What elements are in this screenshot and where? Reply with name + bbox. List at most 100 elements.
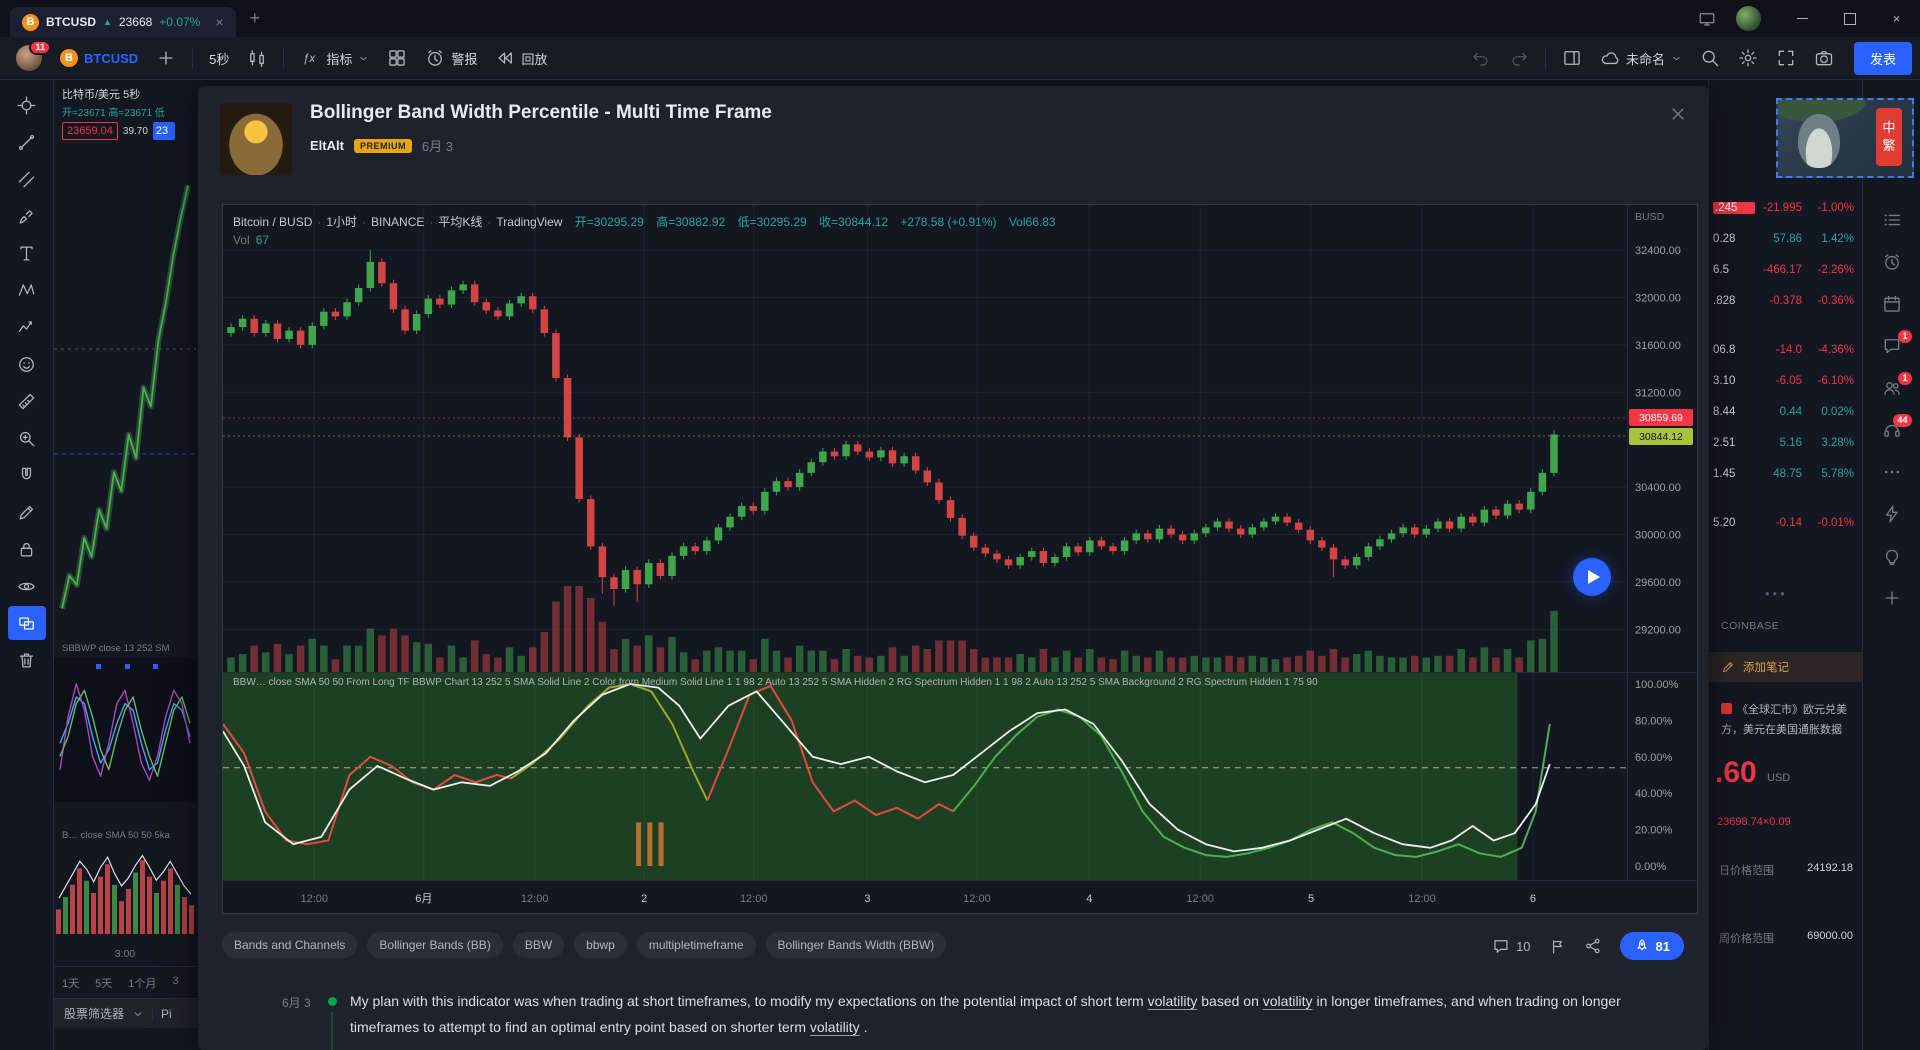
news-item[interactable]: 《全球汇市》欧元兑美 方，美元在美国通胀数据 (1721, 700, 1847, 740)
flag-icon[interactable] (1549, 938, 1566, 955)
maximize-button[interactable] (1826, 0, 1873, 37)
close-icon[interactable] (1668, 104, 1688, 124)
plus-icon[interactable] (1882, 588, 1902, 608)
tool-parallel-channel[interactable] (8, 162, 46, 196)
screen-share-icon[interactable] (1698, 10, 1716, 28)
dots-icon[interactable] (1882, 462, 1902, 482)
tag-link[interactable]: volatility (1148, 993, 1198, 1009)
pip-video-overlay[interactable]: 中繁 (1776, 98, 1914, 178)
chevron-down-icon[interactable] (132, 1008, 144, 1020)
range-button[interactable]: 1天 (62, 975, 79, 991)
tool-sync[interactable] (7, 606, 46, 640)
headset-icon[interactable]: 44 (1882, 414, 1912, 440)
redo-icon[interactable] (1501, 42, 1537, 74)
watchlist-row[interactable]: 2.51 5.16 3.28% (1709, 427, 1862, 458)
bulb-icon[interactable] (1882, 546, 1902, 566)
share-icon[interactable] (1584, 937, 1602, 955)
candles-icon[interactable] (239, 42, 275, 74)
tool-magnet[interactable] (8, 458, 46, 492)
screener-label[interactable]: 股票筛选器 (64, 1005, 124, 1022)
tool-xabcd-pattern[interactable] (8, 273, 46, 307)
watchlist-row[interactable]: 0.28 57.86 1.42% (1709, 223, 1862, 254)
add-note-button[interactable]: 添加笔记 (1709, 652, 1863, 682)
tag-pill[interactable]: bbwp (574, 932, 627, 958)
more-dots[interactable]: ••• (1765, 586, 1788, 601)
watchlist-row[interactable]: 3.10 -6.05 -6.10% (1709, 365, 1862, 396)
watchlist-row[interactable]: 8.44 0.44 0.02% (1709, 396, 1862, 427)
panel-right-icon[interactable] (1554, 42, 1590, 74)
tag-pill[interactable]: Bands and Channels (222, 932, 358, 958)
day-range-value: 24192.18 (1807, 862, 1853, 874)
tool-forecast[interactable] (8, 310, 46, 344)
minimize-button[interactable] (1779, 0, 1826, 37)
watchlist-row[interactable]: .828 -0.378 -0.36% (1709, 285, 1862, 316)
app-tab[interactable]: B BTCUSD ▲ 23668 +0.07% × (10, 7, 236, 37)
range-button[interactable]: 3 (172, 975, 178, 991)
tool-text[interactable] (8, 236, 46, 270)
left-symbol-title: 比特币/美元 5秒 (62, 89, 141, 101)
new-tab-button[interactable]: + (250, 8, 261, 29)
tag-pill[interactable]: Bollinger Bands Width (BBW) (765, 932, 947, 958)
grid-layout-icon[interactable] (379, 42, 415, 74)
plus-icon[interactable] (148, 42, 184, 74)
user-avatar[interactable]: 11 (8, 40, 51, 74)
indicators-button[interactable]: ƒx 指标 (292, 42, 377, 74)
close-window-button[interactable]: × (1873, 0, 1920, 37)
tool-emoji[interactable] (8, 347, 46, 381)
lightning-icon[interactable] (1882, 504, 1902, 524)
tool-trend-line[interactable] (8, 125, 46, 159)
replay-button[interactable]: 回放 (487, 42, 555, 74)
list-icon[interactable] (1882, 210, 1902, 230)
tag-link[interactable]: volatility (810, 1019, 860, 1035)
watchlist-row[interactable]: 06.8 -14.0 -4.36% (1709, 334, 1862, 365)
watchlist-row[interactable]: 5.20 -0.14 -0.01% (1709, 507, 1862, 538)
calendar-icon[interactable] (1882, 294, 1902, 314)
ask-price[interactable]: 23 (152, 122, 175, 140)
symbol-button[interactable]: B BTCUSD (52, 42, 146, 74)
cloud-button[interactable]: 未命名 (1592, 42, 1690, 74)
svg-text:32400.00: 32400.00 (1635, 245, 1681, 257)
alarm-clock-button[interactable]: 警报 (417, 42, 485, 74)
tool-pencil[interactable] (8, 495, 46, 529)
watchlist-row[interactable]: 6.5 -466.17 -2.26% (1709, 254, 1862, 285)
comment-icon[interactable] (1492, 937, 1510, 955)
watchlist-row[interactable]: 1.45 48.75 5.78% (1709, 458, 1862, 489)
tag-pill[interactable]: BBW (512, 932, 565, 958)
tab-price: 23668 (118, 15, 153, 29)
boost-button[interactable]: 81 (1619, 932, 1684, 960)
author-name[interactable]: EltAlt (310, 138, 344, 153)
users-icon[interactable]: 1 (1882, 372, 1912, 398)
tag-link[interactable]: volatility (1263, 993, 1313, 1009)
gear-icon[interactable] (1730, 42, 1766, 74)
tab-close-icon[interactable]: × (215, 14, 223, 30)
tag-pill[interactable]: multipletimeframe (636, 932, 756, 958)
chart-widget[interactable]: 32400.00 32000.00 31600.00 31200.00 30400.00… (222, 204, 1698, 914)
fullscreen-icon[interactable] (1768, 42, 1804, 74)
alarm-clock-icon[interactable] (1882, 252, 1902, 272)
pine-editor-label[interactable]: Pi (161, 1007, 172, 1021)
interval-button[interactable]: 5秒 (201, 42, 237, 74)
tool-lock[interactable] (8, 532, 46, 566)
publish-button[interactable]: 发表 (1853, 41, 1912, 75)
search-icon[interactable] (1692, 42, 1728, 74)
bid-price[interactable]: 23659.04 (62, 122, 118, 140)
range-button[interactable]: 5天 (95, 975, 112, 991)
chat-icon[interactable]: 1 (1882, 330, 1912, 356)
tool-ruler[interactable] (8, 384, 46, 418)
badge: 1 (1898, 330, 1912, 343)
play-button[interactable] (1573, 558, 1611, 596)
tool-eye[interactable] (8, 569, 46, 603)
range-button[interactable]: 1个月 (128, 975, 156, 991)
tool-brush[interactable] (8, 199, 46, 233)
svg-text:12:00: 12:00 (1408, 893, 1436, 905)
mini-histogram-chart (56, 854, 194, 934)
tool-crosshair[interactable] (8, 88, 46, 122)
tag-pill[interactable]: Bollinger Bands (BB) (367, 932, 503, 958)
window-avatar[interactable] (1736, 6, 1761, 31)
camera-icon[interactable] (1806, 42, 1842, 74)
watchlist-row[interactable]: .245 -21.995 -1.00% (1709, 192, 1862, 223)
bbwp-legend: BBW… close SMA 50 50 From Long TF BBWP C… (233, 677, 1318, 688)
tool-trash[interactable] (8, 643, 46, 677)
tool-zoom-in[interactable] (8, 421, 46, 455)
undo-icon[interactable] (1463, 42, 1499, 74)
